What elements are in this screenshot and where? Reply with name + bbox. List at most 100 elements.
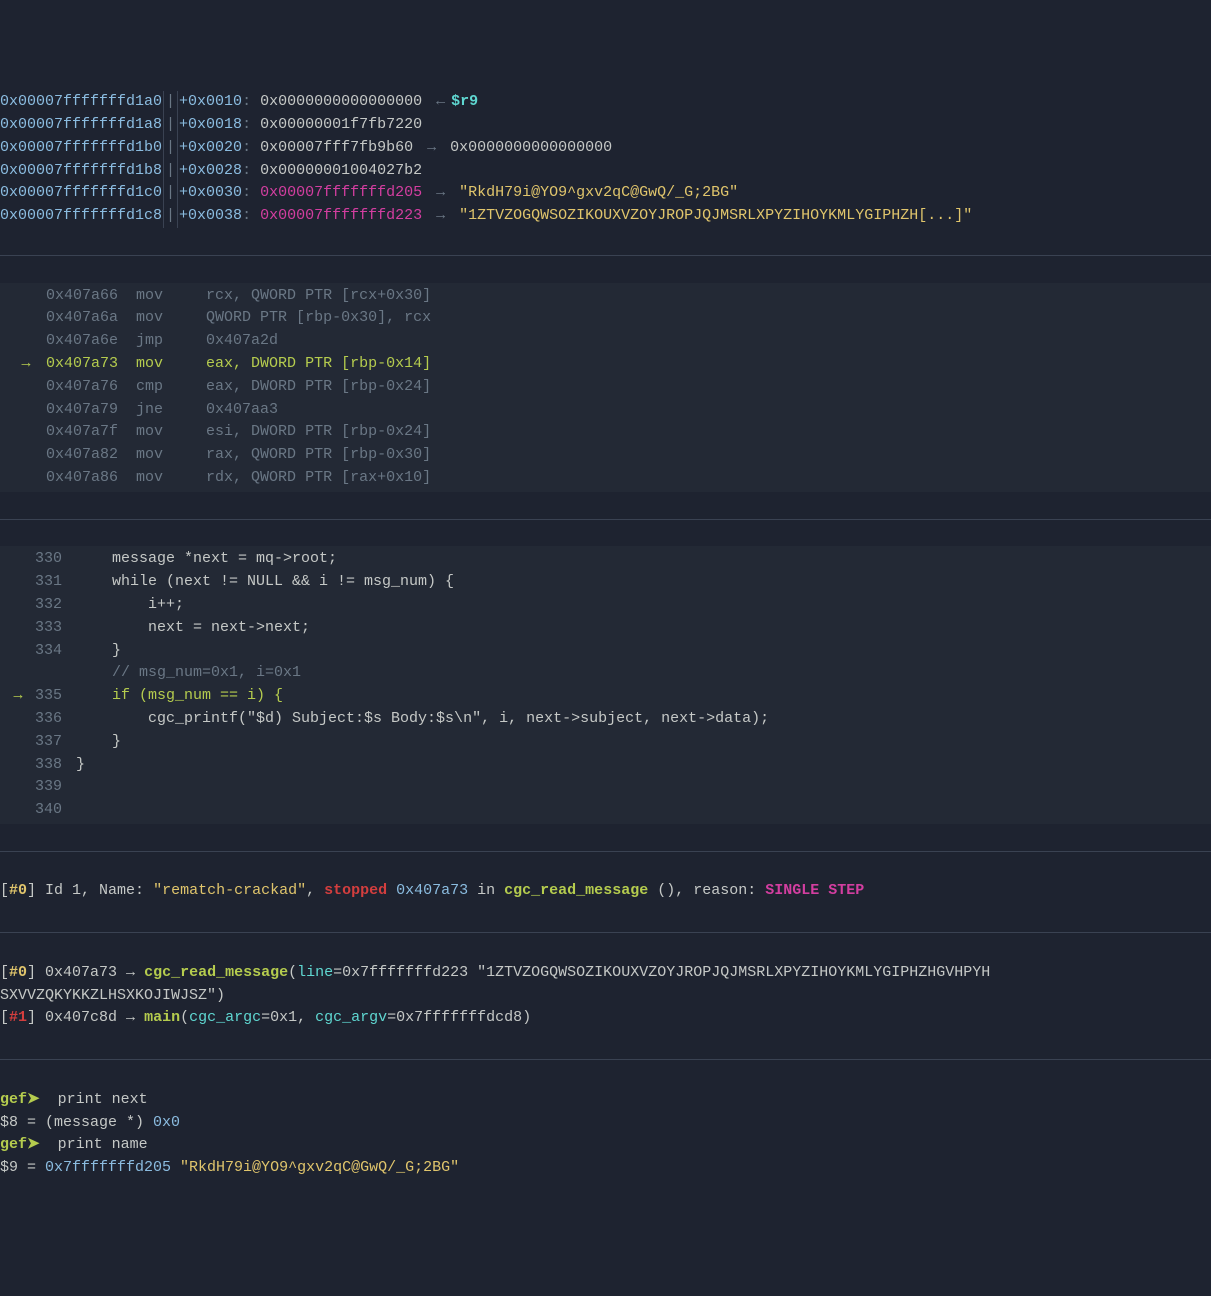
frame-num: #0 [9, 882, 27, 899]
colon: : [242, 160, 260, 183]
asm-marker-blank [6, 376, 46, 399]
src-marker-blank [6, 799, 30, 822]
thread-line: [#0] Id 1, Name: "rematch-crackad", stop… [0, 880, 1211, 903]
source-code: } [76, 733, 121, 750]
colon: : [242, 91, 260, 114]
separator: | [163, 182, 178, 205]
asm-line: 0x407a79 jne0x407aa3 [0, 399, 1211, 422]
stack-value: 0x00007fffffffd205 [260, 182, 422, 205]
thread-tail: (), reason: [657, 882, 765, 899]
arg-name: cgc_argc [189, 1009, 261, 1026]
in: in [468, 882, 504, 899]
asm-operands: rdx, QWORD PTR [rax+0x10] [206, 469, 431, 486]
arg-val: =0x1, [261, 1009, 315, 1026]
rparen: ) [522, 1009, 531, 1026]
thread-name: "rematch-crackad" [153, 882, 306, 899]
source-lineno: 340 [30, 799, 76, 822]
output-hex: 0x0 [153, 1114, 180, 1131]
stack-row: 0x00007fffffffd1c8|+0x0038: 0x00007fffff… [0, 205, 1211, 228]
arrow-left-icon: ← [422, 91, 451, 114]
source-lineno: 339 [30, 776, 76, 799]
asm-addr: 0x407a73 [46, 355, 118, 372]
stack-addr: 0x00007fffffffd1c0 [0, 182, 162, 205]
source-line: 331 while (next != NULL && i != msg_num)… [0, 571, 1211, 594]
asm-operands: rax, QWORD PTR [rbp-0x30] [206, 446, 431, 463]
bracket: ] [27, 1009, 36, 1026]
src-marker-blank [6, 571, 30, 594]
lparen: ( [288, 964, 297, 981]
divider [0, 851, 1211, 852]
stack-value: 0x00000001f7fb7220 [260, 114, 422, 137]
bracket: [ [0, 882, 9, 899]
thread-fn: cgc_read_message [504, 882, 657, 899]
bracket: ] [27, 882, 45, 899]
output-line: $9 = 0x7fffffffd205 "RkdH79i@YO9^gxv2qC@… [0, 1157, 1211, 1180]
asm-addr: 0x407a66 [46, 287, 118, 304]
asm-marker-blank [6, 421, 46, 444]
asm-marker-blank [6, 307, 46, 330]
source-line: 339 [0, 776, 1211, 799]
output-prefix: $8 = (message *) [0, 1114, 153, 1131]
asm-operands: rcx, QWORD PTR [rcx+0x30] [206, 287, 431, 304]
arg-val-cont: SXVVZQKYKKZLHSXKOJIWJSZ") [0, 987, 225, 1004]
command-panel[interactable]: gef➤ print next$8 = (message *) 0x0gef➤ … [0, 1087, 1211, 1182]
stack-row: 0x00007fffffffd1a8|+0x0018: 0x00000001f7… [0, 114, 1211, 137]
stack-value: 0x0000000000000000 [260, 91, 422, 114]
stack-offset: +0x0018 [179, 114, 242, 137]
source-line: 334 } [0, 640, 1211, 663]
output-line: $8 = (message *) 0x0 [0, 1112, 1211, 1135]
asm-addr: 0x407a79 [46, 401, 118, 418]
source-line: 333 next = next->next; [0, 617, 1211, 640]
asm-mnemonic: mov [136, 353, 206, 376]
thread-id: Id 1, Name: [45, 882, 153, 899]
trace-frame: [#0] 0x407a73 → cgc_read_message(line=0x… [0, 962, 1211, 985]
source-code: while (next != NULL && i != msg_num) { [76, 573, 454, 590]
asm-addr: 0x407a7f [46, 423, 118, 440]
source-lineno: 337 [30, 731, 76, 754]
trace-frame: [#1] 0x407c8d → main(cgc_argc=0x1, cgc_a… [0, 1007, 1211, 1030]
source-line: →335 if (msg_num == i) { [0, 685, 1211, 708]
asm-marker-blank [6, 330, 46, 353]
source-lineno: 334 [30, 640, 76, 663]
src-marker-blank [6, 617, 30, 640]
src-marker-blank [6, 731, 30, 754]
asm-mnemonic: mov [136, 285, 206, 308]
source-line: // msg_num=0x1, i=0x1 [0, 662, 1211, 685]
arg-val: =0x7fffffffd223 "1ZTVZOGQWSOZIKOUXVZOYJR… [333, 964, 990, 981]
command-text[interactable]: print name [40, 1136, 148, 1153]
src-marker-blank [6, 708, 30, 731]
source-lineno: 335 [30, 685, 76, 708]
frame-fn: cgc_read_message [144, 964, 288, 981]
stack-offset: +0x0038 [179, 205, 242, 228]
asm-mnemonic: mov [136, 421, 206, 444]
stack-panel: 0x00007fffffffd1a0|+0x0010: 0x0000000000… [0, 91, 1211, 228]
arg-val: =0x7fffffffdcd8 [387, 1009, 522, 1026]
stack-row: 0x00007fffffffd1a0|+0x0010: 0x0000000000… [0, 91, 1211, 114]
asm-mnemonic: jmp [136, 330, 206, 353]
source-code: } [76, 642, 121, 659]
command-text[interactable]: print next [40, 1091, 148, 1108]
asm-operands: 0x407a2d [206, 332, 287, 349]
stack-value: 0x00007fff7fb9b60 [260, 137, 413, 160]
command-line[interactable]: gef➤ print next [0, 1089, 1211, 1112]
asm-operands: esi, DWORD PTR [rbp-0x24] [206, 423, 431, 440]
register-ref: $r9 [451, 91, 478, 114]
frame-num: #0 [9, 964, 27, 981]
source-lineno: 333 [30, 617, 76, 640]
thread-state: stopped [324, 882, 396, 899]
asm-addr: 0x407a82 [46, 446, 118, 463]
stack-addr: 0x00007fffffffd1a0 [0, 91, 162, 114]
command-line[interactable]: gef➤ print name [0, 1134, 1211, 1157]
stack-addr: 0x00007fffffffd1c8 [0, 205, 162, 228]
source-lineno: 338 [30, 754, 76, 777]
prompt: gef➤ [0, 1091, 40, 1108]
source-lineno: 331 [30, 571, 76, 594]
stack-row: 0x00007fffffffd1b8|+0x0028: 0x0000000100… [0, 160, 1211, 183]
asm-marker-blank [6, 285, 46, 308]
stop-reason: SINGLE STEP [765, 882, 864, 899]
asm-mnemonic: jne [136, 399, 206, 422]
source-line: 336 cgc_printf("$d) Subject:$s Body:$s\n… [0, 708, 1211, 731]
src-marker-blank [6, 754, 30, 777]
bracket: ] [27, 964, 36, 981]
stack-offset: +0x0020 [179, 137, 242, 160]
